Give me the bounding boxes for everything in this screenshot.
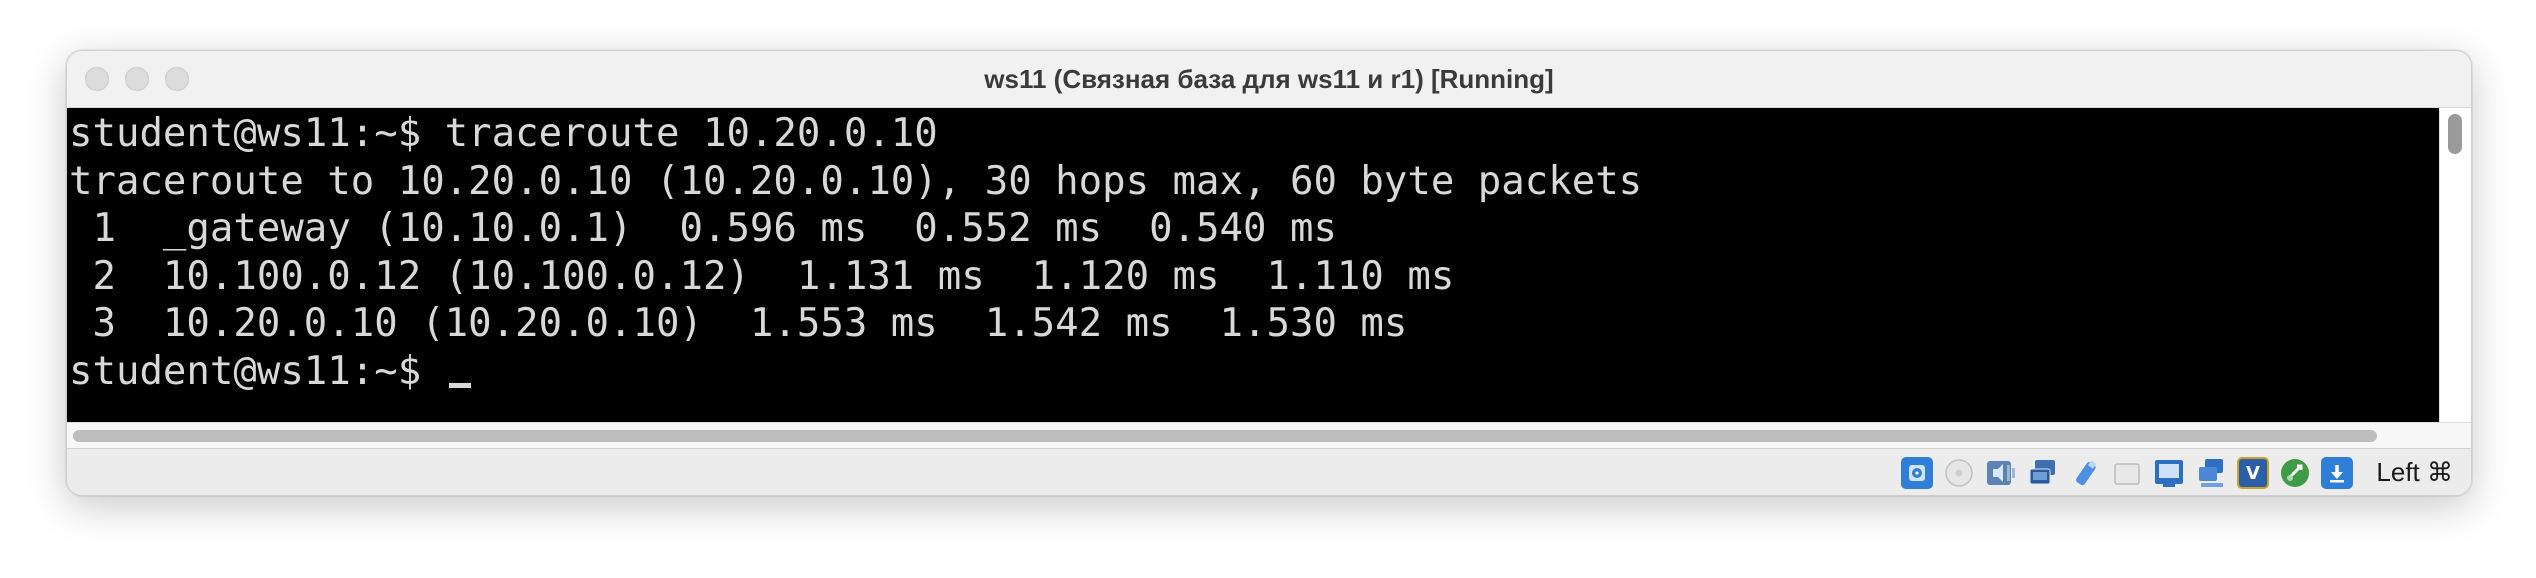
horizontal-scroll-thumb[interactable] [73,430,2377,442]
window-title: ws11 (Связная база для ws11 и r1) [Runni… [984,64,1554,94]
terminal-prompt-line: student@ws11:~$ [69,348,2439,396]
terminal-prompt: student@ws11:~$ [69,348,445,394]
status-icons: V [1901,457,2353,489]
keyboard-capture-icon[interactable] [2321,457,2353,489]
usb-icon[interactable] [2069,457,2101,489]
vm-window: ws11 (Связная база для ws11 и r1) [Runni… [66,50,2472,496]
terminal-line: 3 10.20.0.10 (10.20.0.10) 1.553 ms 1.542… [69,301,1408,346]
shared-folders-icon[interactable] [2111,457,2143,489]
vertical-scrollbar[interactable] [2439,108,2471,422]
text-cursor [448,382,471,388]
video-capture-icon[interactable] [2195,457,2227,489]
terminal-line: student@ws11:~$ traceroute 10.20.0.10 [69,111,938,156]
audio-icon[interactable] [1985,457,2017,489]
terminal-line: traceroute to 10.20.0.10 (10.20.0.10), 3… [69,158,1643,204]
hard-disk-icon[interactable] [1901,457,1933,489]
status-bar: V Left ⌘ [67,448,2471,495]
horizontal-scrollbar[interactable] [67,422,2471,448]
network-icon[interactable] [2027,457,2059,489]
host-key-label[interactable]: Left ⌘ [2376,449,2453,495]
display-icon[interactable] [2153,457,2185,489]
virtualization-icon[interactable]: V [2237,457,2269,489]
vertical-scroll-thumb[interactable] [2448,114,2462,154]
vm-console[interactable]: student@ws11:~$ traceroute 10.20.0.10 tr… [67,108,2439,422]
optical-drive-icon[interactable] [1943,457,1975,489]
mouse-integration-icon[interactable] [2279,457,2311,489]
title-bar[interactable]: ws11 (Связная база для ws11 и r1) [Runni… [67,51,2471,108]
terminal-line: 1 _gateway (10.10.0.1) 0.596 ms 0.552 ms… [69,206,1337,251]
terminal-line: 2 10.100.0.12 (10.100.0.12) 1.131 ms 1.1… [69,253,1455,299]
